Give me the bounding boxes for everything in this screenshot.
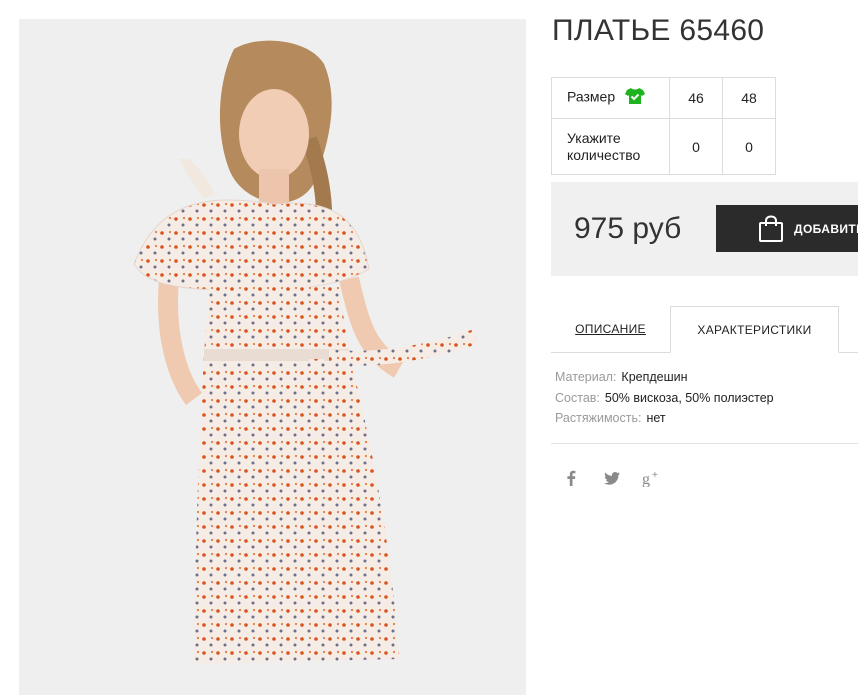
shopping-bag-icon — [758, 214, 784, 243]
quantity-46[interactable]: 0 — [669, 118, 723, 175]
spec-key: Материал: — [555, 370, 617, 384]
tshirt-check-icon[interactable] — [625, 87, 646, 109]
quantity-48[interactable]: 0 — [722, 118, 776, 175]
size-label-cell: Размер — [551, 77, 670, 119]
spec-row: Состав: 50% вискоза, 50% полиэстер — [555, 388, 774, 409]
add-to-cart-button[interactable]: ДОБАВИТЬ — [716, 205, 858, 252]
tab-characteristics-label: ХАРАКТЕРИСТИКИ — [697, 322, 812, 337]
spec-row: Растяжимость: нет — [555, 408, 774, 429]
purchase-panel: 975 руб ДОБАВИТЬ — [551, 182, 858, 276]
add-to-cart-label: ДОБАВИТЬ — [794, 221, 858, 236]
size-quantity-table: Размер 46 48 Укажите количество 0 0 — [551, 77, 776, 175]
quantity-label: Укажите количество — [551, 118, 670, 175]
facebook-icon[interactable] — [566, 467, 604, 489]
dress-illustration — [19, 19, 526, 695]
divider — [551, 443, 858, 444]
google-plus-icon[interactable]: g + — [642, 467, 680, 489]
product-title: ПЛАТЬЕ 65460 — [552, 14, 765, 47]
tab-description-label: ОПИСАНИЕ — [575, 322, 646, 336]
spec-value: 50% вискоза, 50% полиэстер — [604, 390, 774, 405]
size-row: Размер 46 48 — [551, 77, 776, 119]
twitter-icon[interactable] — [604, 467, 642, 489]
svg-text:g: g — [642, 471, 650, 487]
product-tabs: ОПИСАНИЕ ХАРАКТЕРИСТИКИ — [551, 306, 858, 353]
social-share: g + — [566, 467, 680, 489]
price: 975 руб — [574, 212, 682, 245]
spec-value: нет — [646, 411, 666, 425]
tab-characteristics[interactable]: ХАРАКТЕРИСТИКИ — [670, 306, 839, 353]
size-48[interactable]: 48 — [722, 77, 776, 119]
spec-key: Растяжимость: — [555, 411, 642, 425]
size-46[interactable]: 46 — [669, 77, 723, 119]
spec-key: Состав: — [555, 390, 600, 405]
size-label: Размер — [567, 88, 616, 105]
svg-text:+: + — [652, 470, 658, 481]
specs-list: Материал: Крепдешин Состав: 50% вискоза, 5… — [555, 367, 774, 429]
product-photo[interactable] — [19, 19, 526, 695]
spec-row: Материал: Крепдешин — [555, 367, 774, 388]
tab-description[interactable]: ОПИСАНИЕ — [551, 306, 670, 352]
spec-value: Крепдешин — [621, 370, 688, 384]
quantity-row: Укажите количество 0 0 — [551, 118, 776, 175]
